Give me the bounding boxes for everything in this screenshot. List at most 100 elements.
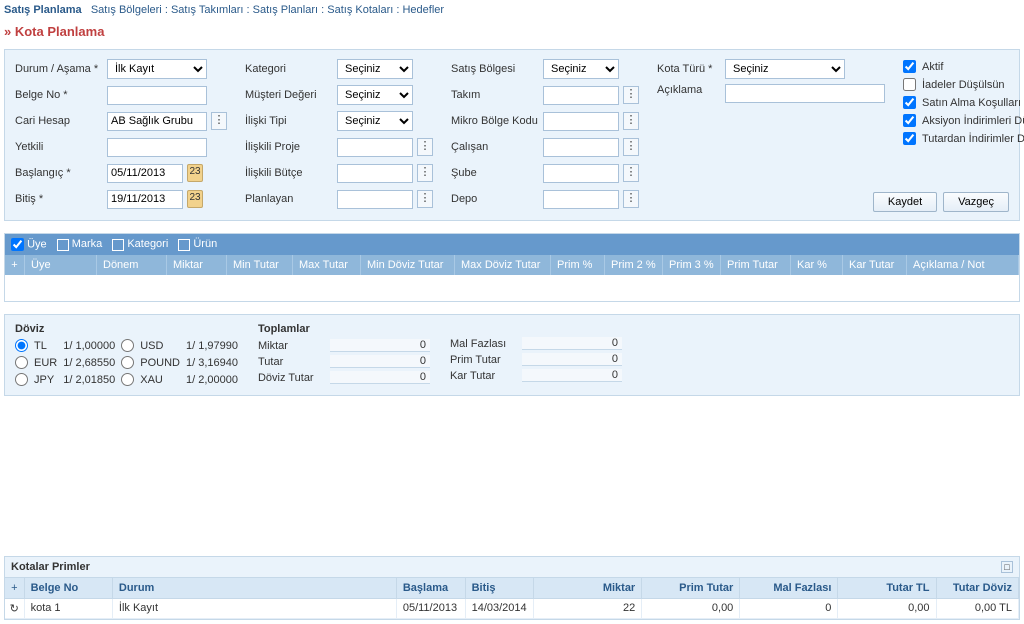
aksiyon-label: Aksiyon İndirimleri Düşülsün bbox=[922, 115, 1024, 127]
mikro-input[interactable] bbox=[543, 112, 619, 131]
sube-input[interactable] bbox=[543, 164, 619, 183]
lookup-icon[interactable]: ⋮ bbox=[623, 112, 639, 130]
add-row-icon[interactable]: + bbox=[5, 255, 25, 275]
currency-block: Döviz TL1/ 1,00000 USD1/ 1,97990 EUR1/ 2… bbox=[15, 323, 238, 387]
iadeler-checkbox[interactable] bbox=[903, 78, 916, 91]
tutardan-checkbox[interactable] bbox=[903, 132, 916, 145]
expand-icon[interactable]: □ bbox=[1001, 561, 1013, 573]
bitis-input[interactable] bbox=[107, 190, 183, 209]
totals-block-2: Mal Fazlası0 Prim Tutar0 Kar Tutar0 bbox=[450, 337, 622, 387]
kotaturu-select[interactable]: Seçiniz bbox=[725, 59, 845, 79]
iliskiproje-input[interactable] bbox=[337, 138, 413, 157]
iliskitipi-select[interactable]: Seçiniz bbox=[337, 111, 413, 131]
satisbolgesi-select[interactable]: Seçiniz bbox=[543, 59, 619, 79]
iliskitipi-label: İlişki Tipi bbox=[245, 115, 333, 127]
form-col-1: Durum / Aşama * İlk Kayıt Belge No * Car… bbox=[15, 58, 227, 210]
totals-block-1: Toplamlar Miktar0 Tutar0 Döviz Tutar0 bbox=[258, 323, 430, 387]
currency-xau-radio[interactable] bbox=[121, 373, 134, 386]
depo-label: Depo bbox=[451, 193, 539, 205]
aciklama-label: Açıklama bbox=[657, 84, 721, 96]
filter-marka-checkbox[interactable] bbox=[57, 239, 69, 251]
currency-eur-radio[interactable] bbox=[15, 356, 28, 369]
calisan-input[interactable] bbox=[543, 138, 619, 157]
save-button[interactable]: Kaydet bbox=[873, 192, 937, 212]
currency-jpy-radio[interactable] bbox=[15, 373, 28, 386]
bitis-label: Bitiş * bbox=[15, 193, 103, 205]
durum-label: Durum / Aşama * bbox=[15, 63, 103, 75]
totals-panel: Döviz TL1/ 1,00000 USD1/ 1,97990 EUR1/ 2… bbox=[4, 314, 1020, 396]
lookup-icon[interactable]: ⋮ bbox=[623, 164, 639, 182]
calisan-label: Çalışan bbox=[451, 141, 539, 153]
lookup-icon[interactable]: ⋮ bbox=[623, 190, 639, 208]
aksiyon-checkbox[interactable] bbox=[903, 114, 916, 127]
lookup-icon[interactable]: ⋮ bbox=[623, 138, 639, 156]
grid-panel: Üye Marka Kategori Ürün + Üye Dönem Mikt… bbox=[4, 233, 1020, 302]
takim-label: Takım bbox=[451, 89, 539, 101]
aktif-label: Aktif bbox=[922, 61, 943, 73]
kotalar-title: Kotalar Primler bbox=[11, 561, 90, 573]
checkbox-col: Aktif İadeler Düşülsün Satın Alma Koşull… bbox=[903, 58, 1024, 210]
yetkili-label: Yetkili bbox=[15, 141, 103, 153]
baslangic-input[interactable] bbox=[107, 164, 183, 183]
iliskibutce-label: İlişkili Bütçe bbox=[245, 167, 333, 179]
cancel-button[interactable]: Vazgeç bbox=[943, 192, 1009, 212]
musteri-label: Müşteri Değeri bbox=[245, 89, 333, 101]
mikro-label: Mikro Bölge Kodu bbox=[451, 115, 539, 127]
calendar-icon[interactable]: 23 bbox=[187, 190, 203, 208]
belgeno-label: Belge No * bbox=[15, 89, 103, 101]
form-col-2: Kategori Seçiniz Müşteri Değeri Seçiniz … bbox=[245, 58, 433, 210]
form-col-4: Kota Türü * Seçiniz Açıklama bbox=[657, 58, 885, 210]
aktif-checkbox[interactable] bbox=[903, 60, 916, 73]
grid-header: + Üye Dönem Miktar Min Tutar Max Tutar M… bbox=[5, 255, 1019, 275]
currency-usd-radio[interactable] bbox=[121, 339, 134, 352]
kotalar-panel: Kotalar Primler □ + Belge No Durum Başla… bbox=[4, 556, 1020, 620]
form-panel: Durum / Aşama * İlk Kayıt Belge No * Car… bbox=[4, 49, 1020, 221]
lookup-icon[interactable]: ⋮ bbox=[417, 164, 433, 182]
lookup-icon[interactable]: ⋮ bbox=[623, 86, 639, 104]
sube-label: Şube bbox=[451, 167, 539, 179]
breadcrumb: Satış Planlama Satış Bölgeleri : Satış T… bbox=[0, 0, 1024, 18]
tutardan-label: Tutardan İndirimler Düşülsün bbox=[922, 133, 1024, 145]
breadcrumb-item[interactable]: Satış Bölgeleri bbox=[91, 4, 162, 16]
row-action-icon[interactable]: ↻ bbox=[5, 599, 25, 618]
lookup-icon[interactable]: ⋮ bbox=[417, 190, 433, 208]
breadcrumb-item[interactable]: Hedefler bbox=[402, 4, 444, 16]
takim-input[interactable] bbox=[543, 86, 619, 105]
filter-urun-checkbox[interactable] bbox=[178, 239, 190, 251]
iliskiproje-label: İlişkili Proje bbox=[245, 141, 333, 153]
currency-pound-radio[interactable] bbox=[121, 356, 134, 369]
kotalar-add-icon[interactable]: + bbox=[5, 578, 25, 598]
kotaturu-label: Kota Türü * bbox=[657, 63, 721, 75]
durum-select[interactable]: İlk Kayıt bbox=[107, 59, 207, 79]
satinalma-checkbox[interactable] bbox=[903, 96, 916, 109]
yetkili-input[interactable] bbox=[107, 138, 207, 157]
breadcrumb-main: Satış Planlama bbox=[4, 4, 82, 16]
calendar-icon[interactable]: 23 bbox=[187, 164, 203, 182]
filter-uye-checkbox[interactable] bbox=[11, 238, 24, 251]
belgeno-input[interactable] bbox=[107, 86, 207, 105]
breadcrumb-item[interactable]: Satış Planları bbox=[253, 4, 318, 16]
kotalar-row[interactable]: ↻ kota 1 İlk Kayıt 05/11/2013 14/03/2014… bbox=[5, 599, 1019, 619]
baslangic-label: Başlangıç * bbox=[15, 167, 103, 179]
planlayan-input[interactable] bbox=[337, 190, 413, 209]
carihesap-input[interactable] bbox=[107, 112, 207, 131]
page-title: » Kota Planlama bbox=[0, 18, 1024, 49]
grid-filter-bar: Üye Marka Kategori Ürün bbox=[5, 234, 1019, 255]
musteri-select[interactable]: Seçiniz bbox=[337, 85, 413, 105]
satisbolgesi-label: Satış Bölgesi bbox=[451, 63, 539, 75]
carihesap-label: Cari Hesap bbox=[15, 115, 103, 127]
kategori-select[interactable]: Seçiniz bbox=[337, 59, 413, 79]
breadcrumb-item[interactable]: Satış Kotaları bbox=[327, 4, 393, 16]
kategori-label: Kategori bbox=[245, 63, 333, 75]
planlayan-label: Planlayan bbox=[245, 193, 333, 205]
depo-input[interactable] bbox=[543, 190, 619, 209]
form-col-3: Satış Bölgesi Seçiniz Takım ⋮ Mikro Bölg… bbox=[451, 58, 639, 210]
aciklama-textarea[interactable] bbox=[725, 84, 885, 103]
currency-tl-radio[interactable] bbox=[15, 339, 28, 352]
carihesap-lookup-icon[interactable]: ⋮ bbox=[211, 112, 227, 130]
filter-kategori-checkbox[interactable] bbox=[112, 239, 124, 251]
lookup-icon[interactable]: ⋮ bbox=[417, 138, 433, 156]
breadcrumb-item[interactable]: Satış Takımları bbox=[171, 4, 244, 16]
iadeler-label: İadeler Düşülsün bbox=[922, 79, 1005, 91]
iliskibutce-input[interactable] bbox=[337, 164, 413, 183]
